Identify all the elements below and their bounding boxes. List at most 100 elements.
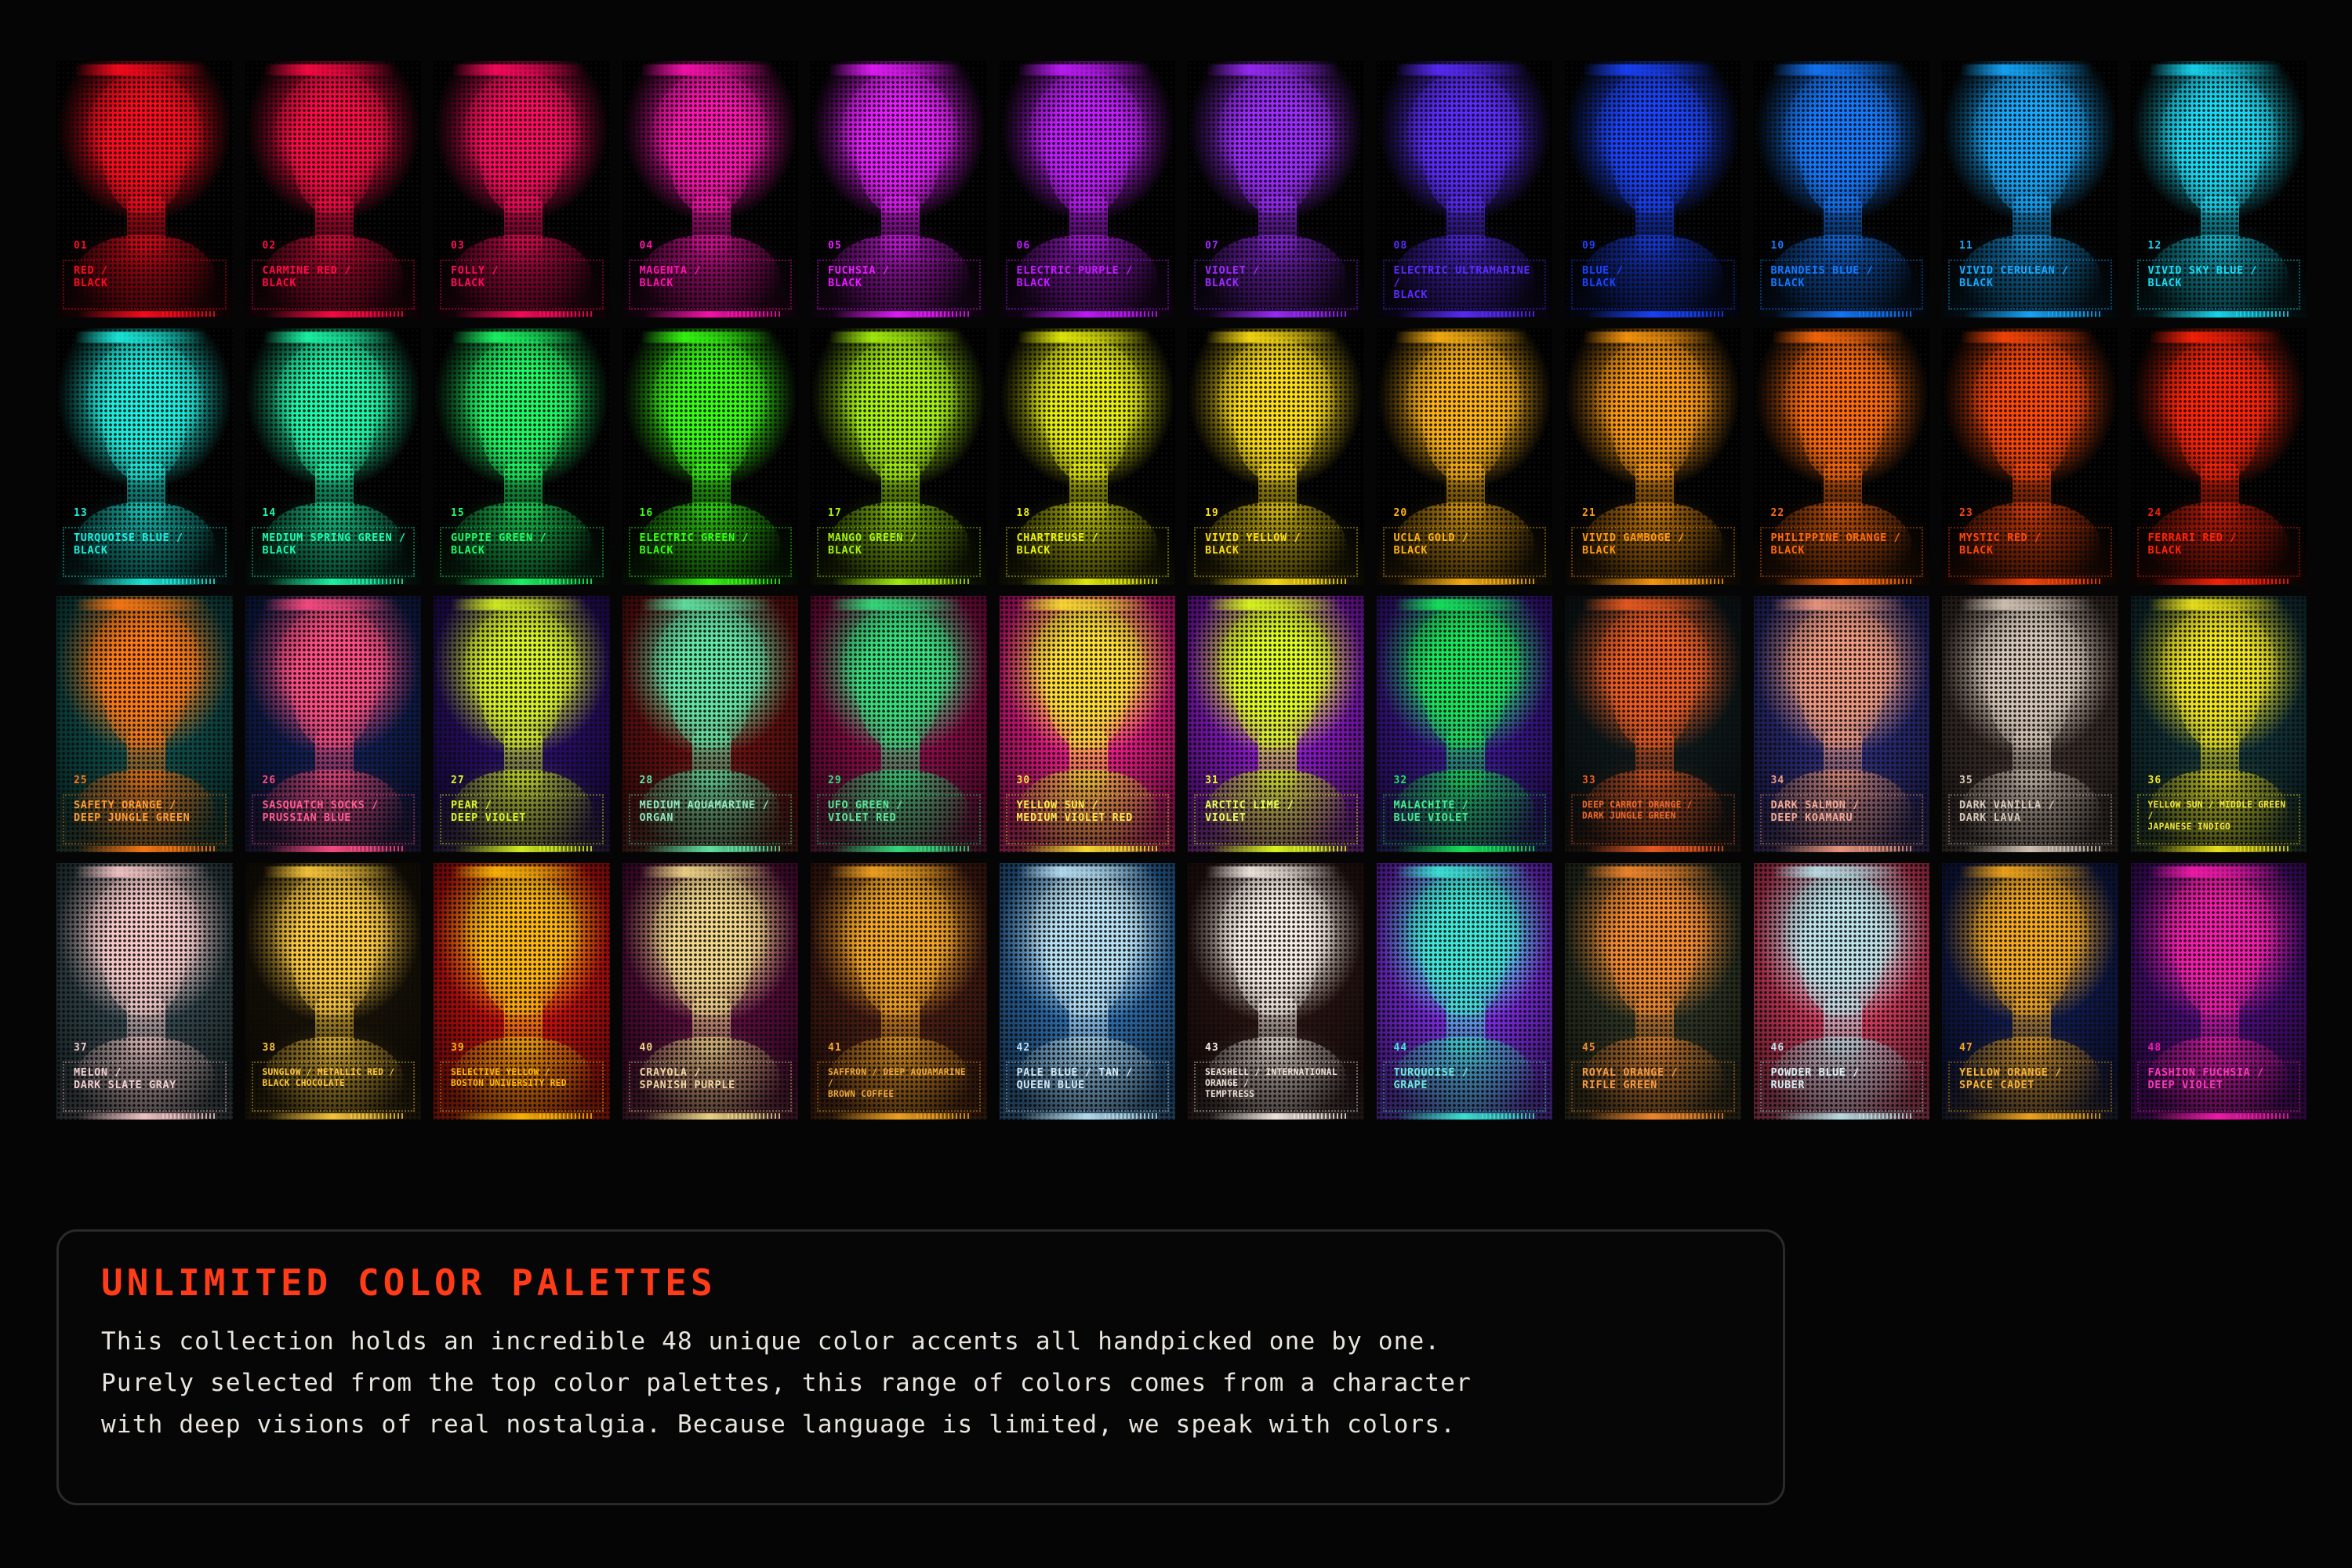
palette-card[interactable]: 22 PHILIPPINE ORANGE / BLACK xyxy=(1753,328,1929,585)
palette-card[interactable]: 35 DARK VANILLA / DARK LAVA xyxy=(1942,596,2118,852)
card-label: 31 ARCTIC LIME / VIOLET xyxy=(1194,775,1358,852)
palette-card[interactable]: 23 MYSTIC RED / BLACK xyxy=(1942,328,2118,585)
palette-card[interactable]: 01 RED / BLACK xyxy=(56,61,233,318)
barcode-mark xyxy=(2047,1113,2103,1119)
palette-card[interactable]: 41 SAFFRON / DEEP AQUAMARINE / BROWN COF… xyxy=(811,863,987,1120)
accent-streak-top xyxy=(1016,64,1151,75)
palette-card[interactable]: 29 UFO GREEN / VIOLET RED xyxy=(811,596,987,852)
palette-card[interactable]: 31 ARCTIC LIME / VIOLET xyxy=(1188,596,1364,852)
card-color-name: MELON / DARK SLATE GRAY xyxy=(74,1066,176,1091)
accent-streak-top xyxy=(1016,599,1151,610)
accent-streak-top xyxy=(1393,866,1528,877)
palette-card[interactable]: 26 SASQUATCH SOCKS / PRUSSIAN BLUE xyxy=(245,596,421,852)
palette-card[interactable]: 05 FUCHSIA / BLACK xyxy=(811,61,987,318)
card-index: 23 xyxy=(1959,507,1973,519)
palette-card[interactable]: 04 MAGENTA / BLACK xyxy=(622,61,798,318)
palette-card[interactable]: 21 VIVID GAMBOGE / BLACK xyxy=(1565,328,1741,585)
palette-card[interactable]: 27 PEAR / DEEP VIOLET xyxy=(434,596,610,852)
palette-card[interactable]: 43 SEASHELL / INTERNATIONAL ORANGE / TEM… xyxy=(1188,863,1364,1120)
card-color-name: CRAYOLA / SPANISH PURPLE xyxy=(639,1066,735,1091)
accent-streak-top xyxy=(262,599,397,610)
card-label: 26 SASQUATCH SOCKS / PRUSSIAN BLUE xyxy=(251,775,415,852)
card-label: 46 POWDER BLUE / RUBER xyxy=(1759,1042,1923,1120)
card-color-name: VIVID CERULEAN / BLACK xyxy=(1959,264,2069,289)
card-color-name: SASQUATCH SOCKS / PRUSSIAN BLUE xyxy=(262,799,379,824)
card-color-name: MYSTIC RED / BLACK xyxy=(1959,532,2042,557)
card-label: 04 MAGENTA / BLACK xyxy=(628,240,792,318)
palette-card[interactable]: 19 VIVID YELLOW / BLACK xyxy=(1188,328,1364,585)
palette-card[interactable]: 34 DARK SALMON / DEEP KOAMARU xyxy=(1753,596,1929,852)
accent-streak-top xyxy=(262,332,397,343)
palette-card[interactable]: 30 YELLOW SUN / MEDIUM VIOLET RED xyxy=(999,596,1175,852)
palette-card[interactable]: 25 SAFETY ORANGE / DEEP JUNGLE GREEN xyxy=(56,596,233,852)
barcode-mark xyxy=(1293,311,1348,317)
barcode-mark xyxy=(162,846,217,851)
palette-card[interactable]: 20 UCLA GOLD / BLACK xyxy=(1376,328,1552,585)
palette-card[interactable]: 11 VIVID CERULEAN / BLACK xyxy=(1942,61,2118,318)
barcode-mark xyxy=(728,1113,782,1119)
card-label: 18 CHARTREUSE / BLACK xyxy=(1005,507,1169,585)
palette-card[interactable]: 17 MANGO GREEN / BLACK xyxy=(811,328,987,585)
accent-streak-top xyxy=(1959,599,2094,610)
palette-card[interactable]: 40 CRAYOLA / SPANISH PURPLE xyxy=(622,863,798,1120)
palette-card[interactable]: 32 MALACHITE / BLUE VIOLET xyxy=(1376,596,1552,852)
card-label: 25 SAFETY ORANGE / DEEP JUNGLE GREEN xyxy=(63,775,227,852)
palette-card[interactable]: 48 FASHION FUCHSIA / DEEP VIOLET xyxy=(2130,863,2307,1120)
palette-card[interactable]: 18 CHARTREUSE / BLACK xyxy=(999,328,1175,585)
palette-card[interactable]: 44 TURQUOISE / GRAPE xyxy=(1376,863,1552,1120)
barcode-mark xyxy=(1670,311,1726,317)
palette-card[interactable]: 07 VIOLET / BLACK xyxy=(1188,61,1364,318)
palette-card[interactable]: 36 YELLOW SUN / MIDDLE GREEN / JAPANESE … xyxy=(2130,596,2307,852)
card-index: 40 xyxy=(639,1042,654,1054)
palette-card[interactable]: 12 VIVID SKY BLUE / BLACK xyxy=(2130,61,2307,318)
card-color-name: UFO GREEN / VIOLET RED xyxy=(828,799,904,824)
accent-streak-top xyxy=(1959,866,2094,877)
palette-card[interactable]: 03 FOLLY / BLACK xyxy=(434,61,610,318)
card-color-name: UCLA GOLD / BLACK xyxy=(1393,532,1469,557)
card-color-name: GUPPIE GREEN / BLACK xyxy=(451,532,547,557)
palette-card[interactable]: 24 FERRARI RED / BLACK xyxy=(2130,328,2307,585)
barcode-mark xyxy=(728,846,782,851)
card-index: 12 xyxy=(2147,240,2162,252)
barcode-mark xyxy=(1482,1113,1537,1119)
palette-card[interactable]: 39 SELECTIVE YELLOW / BOSTON UNIVERSITY … xyxy=(434,863,610,1120)
palette-card[interactable]: 28 MEDIUM AQUAMARINE / ORGAN xyxy=(622,596,798,852)
card-index: 39 xyxy=(451,1042,465,1054)
palette-card[interactable]: 33 DEEP CARROT ORANGE / DARK JUNGLE GREE… xyxy=(1565,596,1741,852)
palette-card[interactable]: 02 CARMINE RED / BLACK xyxy=(245,61,421,318)
accent-streak-top xyxy=(262,866,397,877)
barcode-mark xyxy=(1293,846,1348,851)
accent-streak-top xyxy=(74,332,209,343)
accent-streak-top xyxy=(2147,599,2282,610)
barcode-mark xyxy=(1482,311,1537,317)
palette-card[interactable]: 37 MELON / DARK SLATE GRAY xyxy=(56,863,233,1120)
accent-streak-top xyxy=(1582,332,1717,343)
card-color-name: MEDIUM SPRING GREEN / BLACK xyxy=(262,532,406,557)
palette-card[interactable]: 14 MEDIUM SPRING GREEN / BLACK xyxy=(245,328,421,585)
barcode-mark xyxy=(162,311,217,317)
accent-streak-top xyxy=(74,599,209,610)
palette-card[interactable]: 15 GUPPIE GREEN / BLACK xyxy=(434,328,610,585)
card-index: 11 xyxy=(1959,240,1973,252)
card-index: 27 xyxy=(451,775,465,786)
palette-card[interactable]: 42 PALE BLUE / TAN / QUEEN BLUE xyxy=(999,863,1175,1120)
palette-card[interactable]: 06 ELECTRIC PURPLE / BLACK xyxy=(999,61,1175,318)
palette-card[interactable]: 10 BRANDEIS BLUE / BLACK xyxy=(1753,61,1929,318)
palette-card[interactable]: 16 ELECTRIC GREEN / BLACK xyxy=(622,328,798,585)
accent-streak-top xyxy=(74,64,209,75)
palette-card[interactable]: 47 YELLOW ORANGE / SPACE CADET xyxy=(1942,863,2118,1120)
barcode-mark xyxy=(1293,579,1348,584)
barcode-mark xyxy=(1293,1113,1348,1119)
card-index: 08 xyxy=(1393,240,1408,252)
palette-card[interactable]: 08 ELECTRIC ULTRAMARINE / BLACK xyxy=(1376,61,1552,318)
palette-card[interactable]: 45 ROYAL ORANGE / RIFLE GREEN xyxy=(1565,863,1741,1120)
card-label: 15 GUPPIE GREEN / BLACK xyxy=(440,507,604,585)
palette-card[interactable]: 38 SUNGLOW / METALLIC RED / BLACK CHOCOL… xyxy=(245,863,421,1120)
palette-card[interactable]: 09 BLUE / BLACK xyxy=(1565,61,1741,318)
barcode-mark xyxy=(350,846,405,851)
palette-card[interactable]: 13 TURQUOISE BLUE / BLACK xyxy=(56,328,233,585)
palette-card[interactable]: 46 POWDER BLUE / RUBER xyxy=(1753,863,1929,1120)
card-index: 25 xyxy=(74,775,88,786)
barcode-mark xyxy=(1482,579,1537,584)
caption-title: UNLIMITED COLOR PALETTES xyxy=(101,1261,717,1304)
